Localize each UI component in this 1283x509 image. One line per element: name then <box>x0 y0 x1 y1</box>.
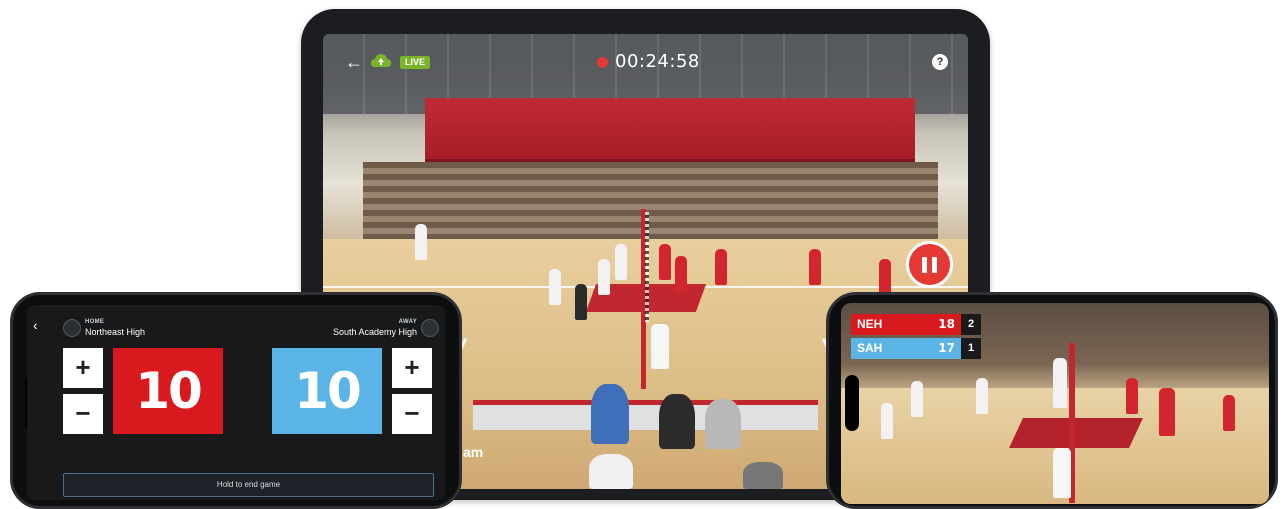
live-badge: LIVE <box>400 56 431 69</box>
record-dot-icon <box>597 57 608 68</box>
player <box>549 269 561 305</box>
pause-icon <box>922 257 927 273</box>
scorebug-sets: 1 <box>961 338 981 359</box>
scorebug-score: 18 <box>938 317 955 331</box>
phone-scoreboard: ‹ HOME Northeast High AWAY South Academy… <box>10 292 462 509</box>
player <box>911 381 923 417</box>
pause-icon <box>932 257 937 273</box>
home-team-logo-icon <box>63 319 81 337</box>
volleyball-net <box>645 212 649 322</box>
scorebug-team: NEH <box>857 317 883 331</box>
player <box>659 244 671 280</box>
player <box>575 284 587 320</box>
player <box>879 259 891 295</box>
referee <box>651 324 669 369</box>
scorebug-score: 17 <box>938 341 955 355</box>
spectator <box>591 384 629 444</box>
help-icon[interactable]: ? <box>932 54 948 70</box>
stream-scorebug: NEH 18 2 SAH 17 1 <box>851 314 981 362</box>
away-increment-button[interactable]: + <box>392 348 432 388</box>
stream-toolbar: ← LIVE 00:24:58 ? <box>323 34 968 90</box>
spectator <box>659 394 695 449</box>
away-team-logo-icon <box>421 319 439 337</box>
home-decrement-button[interactable]: − <box>63 394 103 434</box>
phone-camera-notch <box>845 375 859 431</box>
player <box>1159 388 1175 436</box>
scoreboard-screen: ‹ HOME Northeast High AWAY South Academy… <box>27 305 445 500</box>
court-center-logo <box>1009 418 1143 448</box>
scorebug-sets: 2 <box>961 314 981 335</box>
away-decrement-button[interactable]: − <box>392 394 432 434</box>
home-tag: HOME <box>85 319 105 325</box>
spectator <box>589 454 633 489</box>
away-score[interactable]: 10 <box>272 348 382 434</box>
scorer-table <box>473 400 818 430</box>
product-showcase: am ← LIVE 00:24:58 ? ‹ HOME Northeast Hi… <box>0 0 1283 509</box>
player <box>675 256 687 292</box>
cloud-upload-icon <box>371 54 391 67</box>
scorebug-row-1: NEH 18 <box>851 314 961 335</box>
spectator <box>743 462 783 489</box>
gym-banner <box>425 98 915 162</box>
home-team-name: Northeast High <box>85 327 146 337</box>
phone-stream-view: NEH 18 2 SAH 17 1 <box>826 292 1278 509</box>
spectator <box>705 399 741 449</box>
referee <box>1053 448 1071 498</box>
player <box>1053 358 1067 408</box>
player <box>881 403 893 439</box>
home-score[interactable]: 10 <box>113 348 223 434</box>
overlay-text: am <box>463 444 484 460</box>
player <box>715 249 727 285</box>
scorebug-team: SAH <box>857 341 883 355</box>
back-chevron-icon[interactable]: ‹ <box>33 317 38 333</box>
player <box>598 259 610 295</box>
player <box>1126 378 1138 414</box>
player <box>976 378 988 414</box>
away-tag: AWAY <box>398 319 417 325</box>
scorebug-row-2: SAH 17 <box>851 338 961 359</box>
away-team-name: South Academy High <box>332 327 417 337</box>
back-arrow-icon[interactable]: ← <box>345 52 363 72</box>
player <box>615 244 627 280</box>
referee <box>415 224 427 260</box>
player <box>809 249 821 285</box>
end-game-button[interactable]: Hold to end game <box>63 473 434 497</box>
phone-stream-screen: NEH 18 2 SAH 17 1 <box>841 303 1269 504</box>
pause-button[interactable] <box>906 241 953 288</box>
gym-stands <box>363 162 938 240</box>
player <box>1223 395 1235 431</box>
home-increment-button[interactable]: + <box>63 348 103 388</box>
recording-timer: 00:24:58 <box>615 51 700 72</box>
